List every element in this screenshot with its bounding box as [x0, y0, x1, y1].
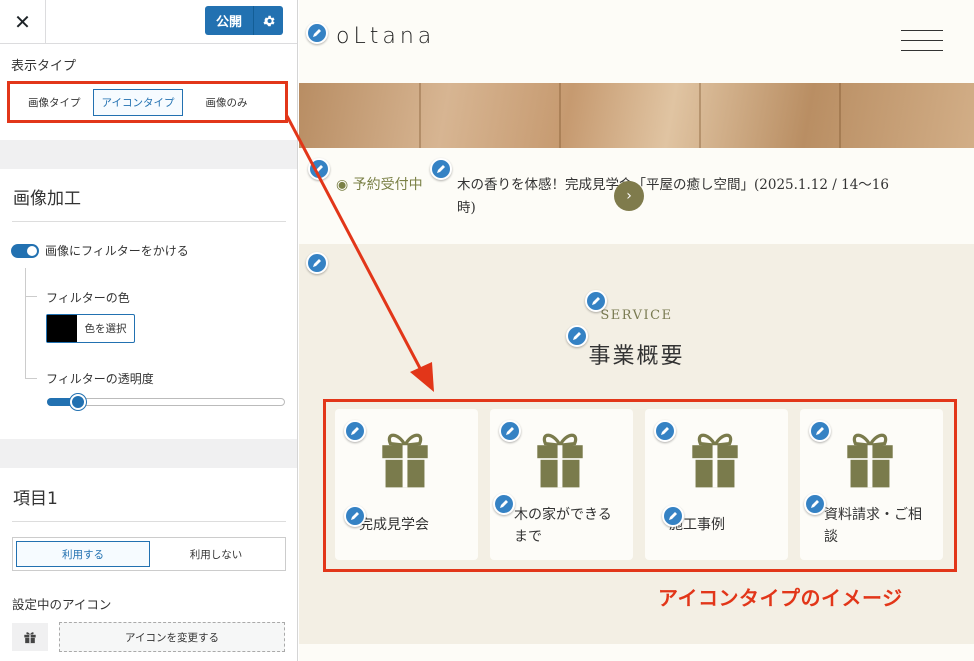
annotation-arrow — [285, 115, 434, 392]
annotation-caption: アイコンタイプのイメージ — [658, 586, 903, 610]
